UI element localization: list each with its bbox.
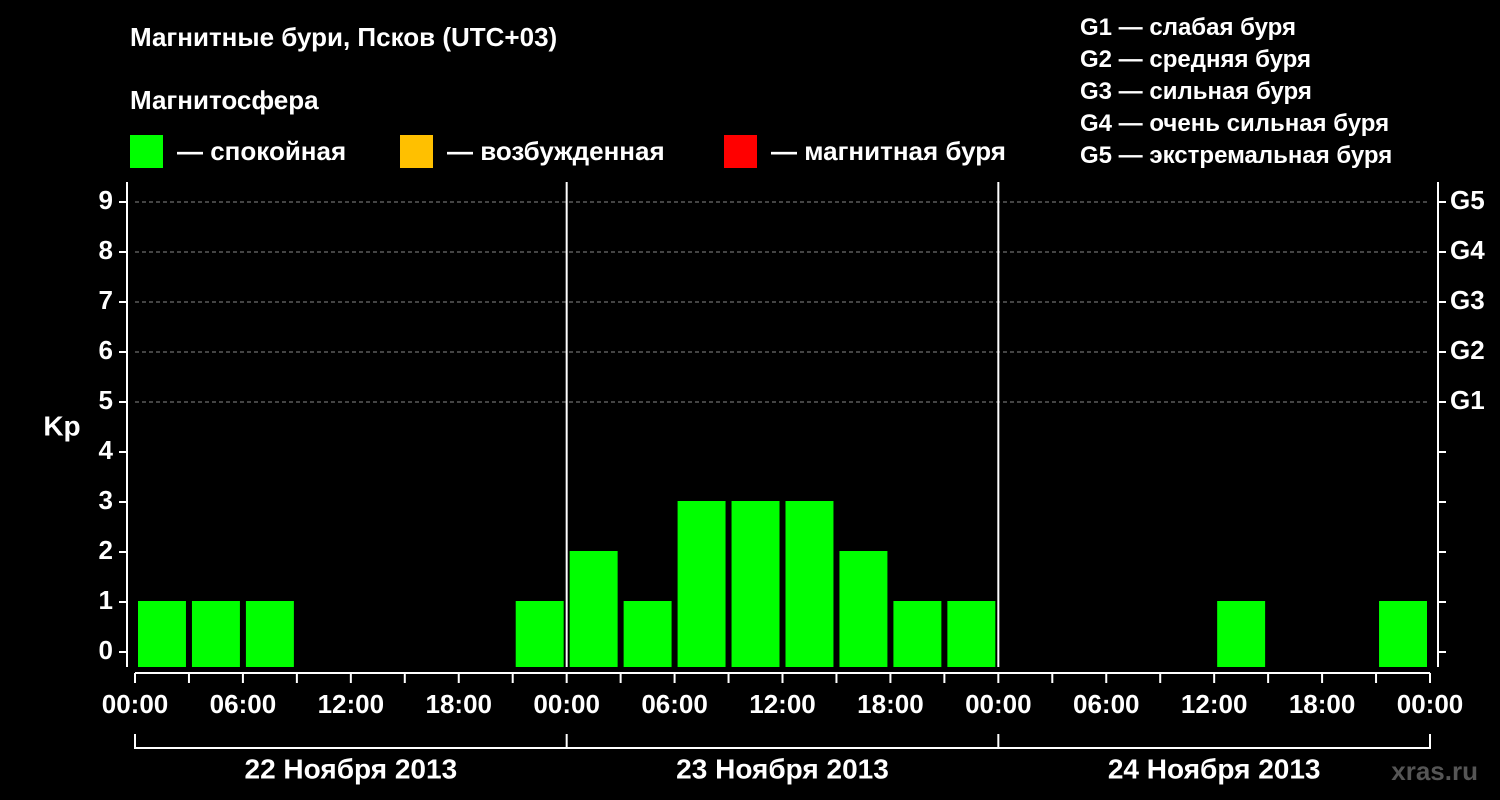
right-axis-label-g5: G5: [1450, 185, 1485, 215]
bar: [515, 601, 564, 667]
x-tick-label: 18:00: [426, 689, 493, 719]
y-tick-label: 6: [99, 335, 113, 365]
y-tick-label: 4: [99, 435, 114, 465]
x-tick-label: 00:00: [102, 689, 169, 719]
kp-bar-chart: 0 1 2 3 4 5 6 7 8 9 G1 G2 G3 G4 G5 Kp 00:00 06:00 12:00 18:…: [43, 182, 1485, 784]
x-tick-label: 12:00: [1181, 689, 1248, 719]
right-axis-label-g4: G4: [1450, 235, 1485, 265]
x-tick-label: 00:00: [965, 689, 1032, 719]
x-tick-label: 18:00: [1289, 689, 1356, 719]
day-label: 23 Ноября 2013: [676, 753, 889, 784]
bar: [731, 501, 780, 667]
y-tick-label: 1: [99, 585, 113, 615]
bar: [839, 551, 888, 667]
bar: [569, 551, 618, 667]
y-tick-label: 2: [99, 535, 113, 565]
y-tick-label: 9: [99, 185, 113, 215]
x-tick-label: 06:00: [641, 689, 708, 719]
x-tick-label: 06:00: [1073, 689, 1140, 719]
x-tick-label: 12:00: [318, 689, 385, 719]
watermark: xras.ru: [1391, 756, 1478, 786]
bar: [623, 601, 672, 667]
y-tick-label: 0: [99, 635, 113, 665]
x-tick-label: 00:00: [533, 689, 600, 719]
day-label: 24 Ноября 2013: [1108, 753, 1321, 784]
bar: [947, 601, 996, 667]
bar: [138, 601, 186, 667]
x-tick-label: 18:00: [857, 689, 924, 719]
bar: [677, 501, 726, 667]
y-axis-label: Kp: [43, 410, 80, 441]
right-axis-label-g3: G3: [1450, 285, 1485, 315]
y-tick-label: 5: [99, 385, 113, 415]
x-tick-label: 12:00: [749, 689, 816, 719]
right-axis-label-g2: G2: [1450, 335, 1485, 365]
y-tick-label: 3: [99, 485, 113, 515]
y-tick-label: 7: [99, 285, 113, 315]
bar: [1379, 601, 1427, 667]
right-axis-label-g1: G1: [1450, 385, 1485, 415]
y-tick-label: 8: [99, 235, 113, 265]
bar: [1217, 601, 1266, 667]
bar: [191, 601, 240, 667]
x-tick-label: 00:00: [1397, 689, 1464, 719]
bar: [893, 601, 942, 667]
bar: [245, 601, 294, 667]
bar: [785, 501, 834, 667]
day-label: 22 Ноября 2013: [245, 753, 458, 784]
x-tick-label: 06:00: [210, 689, 277, 719]
